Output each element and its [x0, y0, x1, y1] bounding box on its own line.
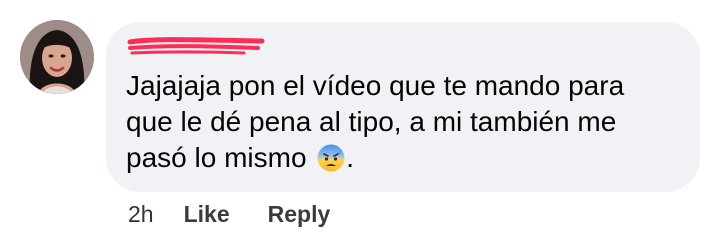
- avatar[interactable]: [20, 20, 94, 94]
- like-button[interactable]: Like: [184, 201, 230, 228]
- comment-actions: 2h Like Reply: [128, 200, 368, 228]
- comment-timestamp[interactable]: 2h: [128, 201, 154, 228]
- comment-period: .: [346, 142, 355, 173]
- comment-item: Grisel Ruiz Jajajaja pon el vídeo que te…: [0, 0, 720, 245]
- redaction-scribble: [126, 36, 266, 58]
- avatar-image: [20, 20, 94, 94]
- comment-text: Jajajaja pon el vídeo que te mando para …: [126, 68, 686, 176]
- comment-line-3: pasó lo mismo: [126, 142, 307, 173]
- reply-button[interactable]: Reply: [268, 201, 331, 228]
- comment-line-2: que le dé pena al tipo, a mi también me: [126, 106, 617, 137]
- comment-bubble: Grisel Ruiz Jajajaja pon el vídeo que te…: [106, 22, 700, 192]
- comment-author[interactable]: Grisel Ruiz: [126, 36, 266, 61]
- comment-line-1: Jajajaja pon el vídeo que te mando para: [126, 70, 625, 101]
- anxious-face-with-sweat-icon: [316, 143, 346, 173]
